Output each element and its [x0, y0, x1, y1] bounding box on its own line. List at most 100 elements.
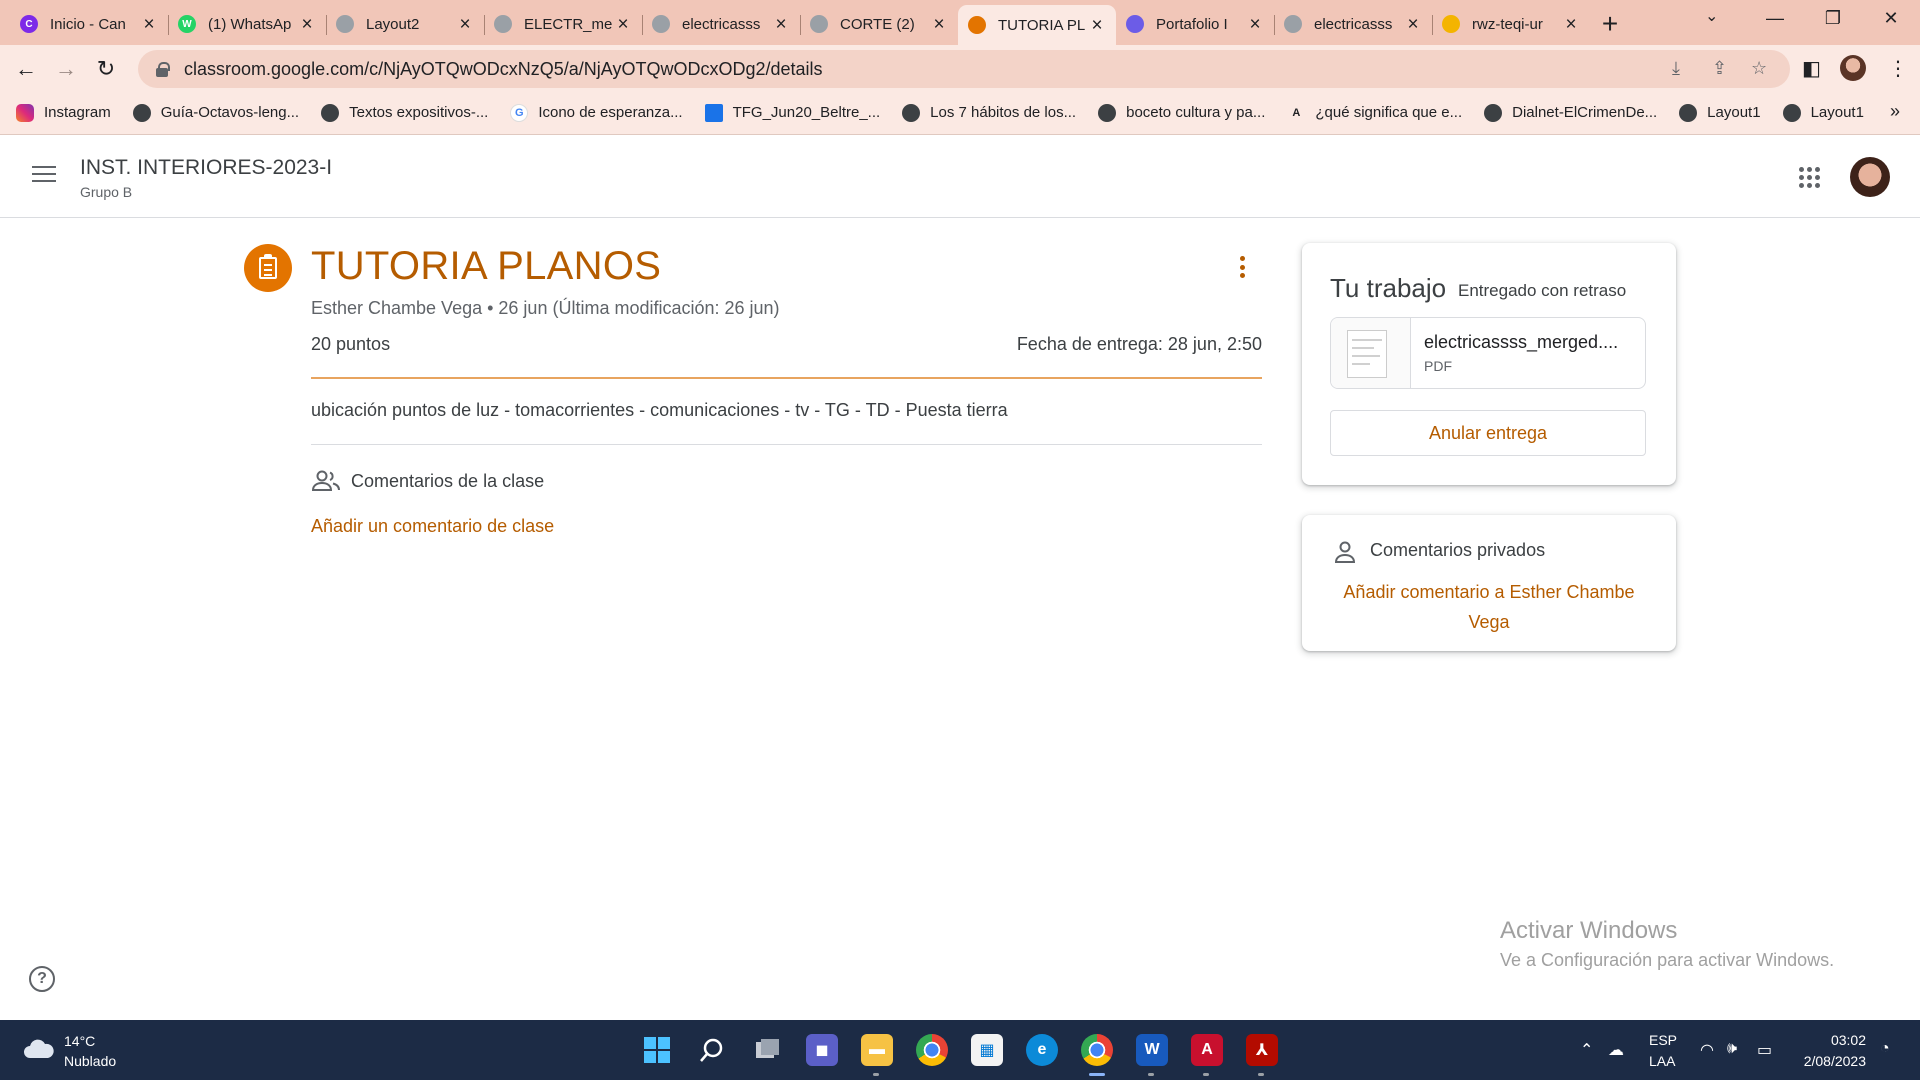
pdf-thumbnail[interactable] [1331, 318, 1411, 388]
tab-title[interactable]: ELECTR_me [524, 16, 614, 33]
forward-button[interactable]: → [52, 55, 80, 83]
clock-date[interactable]: 2/08/2023 [1790, 1053, 1866, 1069]
unsubmit-button[interactable]: Anular entrega [1330, 410, 1646, 456]
close-window-button[interactable]: ✕ [1862, 0, 1920, 36]
browser-tab[interactable]: Portafolio I × [1116, 5, 1274, 43]
class-title[interactable]: INST. INTERIORES-2023-I [80, 156, 332, 180]
chrome-profile-icon[interactable] [1081, 1034, 1113, 1076]
autocad-icon[interactable]: A [1191, 1034, 1223, 1076]
cloud-icon[interactable] [22, 1038, 56, 1060]
browser-tab[interactable]: W (1) WhatsAp × [168, 5, 326, 43]
chrome-icon[interactable] [916, 1034, 948, 1066]
close-tab-icon[interactable]: × [1404, 15, 1422, 34]
bookmark-item[interactable]: Instagram [16, 103, 111, 122]
bookmark-item[interactable]: G Icono de esperanza... [510, 103, 683, 122]
add-class-comment-link[interactable]: Añadir un comentario de clase [311, 516, 554, 537]
browser-tab[interactable]: electricasss × [642, 5, 800, 43]
more-options-icon[interactable] [1240, 256, 1246, 278]
browser-menu-icon[interactable]: ⋮ [1888, 56, 1908, 81]
bookmark-label[interactable]: Layout1 [1707, 104, 1760, 121]
side-panel-icon[interactable]: ◧ [1802, 56, 1821, 81]
tab-title[interactable]: Layout2 [366, 16, 456, 33]
bookmark-item[interactable]: Guía-Octavos-leng... [132, 103, 299, 122]
wifi-icon[interactable]: ◠ [1700, 1040, 1714, 1060]
notifications-bell-icon[interactable]: ◔ [1880, 1040, 1890, 1058]
file-explorer-icon[interactable]: ▬ [861, 1034, 893, 1076]
bookmark-item[interactable]: TFG_Jun20_Beltre_... [704, 103, 881, 122]
bookmark-star-icon[interactable]: ☆ [1751, 58, 1767, 79]
microsoft-store-icon[interactable]: ▦ [971, 1034, 1003, 1066]
clock-time[interactable]: 03:02 [1810, 1032, 1866, 1048]
close-tab-icon[interactable]: × [1562, 15, 1580, 34]
battery-icon[interactable]: ▭ [1757, 1040, 1772, 1060]
browser-tab[interactable]: electricasss × [1274, 5, 1432, 43]
input-language[interactable]: ESP [1649, 1032, 1677, 1048]
browser-tab[interactable]: Layout2 × [326, 5, 484, 43]
tab-title[interactable]: electricasss [682, 16, 772, 33]
close-tab-icon[interactable]: × [140, 15, 158, 34]
tab-title[interactable]: Portafolio I [1156, 16, 1246, 33]
tab-title[interactable]: CORTE (2) [840, 16, 930, 33]
google-apps-icon[interactable] [1799, 167, 1821, 189]
close-tab-icon[interactable]: × [614, 15, 632, 34]
minimize-window-button[interactable]: — [1746, 0, 1804, 36]
reload-button[interactable]: ↻ [92, 55, 120, 83]
install-app-icon[interactable]: ⤓ [1672, 58, 1680, 79]
browser-tab[interactable]: rwz-teqi-ur × [1432, 5, 1590, 43]
bookmark-label[interactable]: ¿qué significa que e... [1315, 104, 1462, 121]
task-view-icon[interactable] [751, 1034, 783, 1066]
help-icon[interactable]: ? [29, 966, 55, 992]
weather-description[interactable]: Nublado [64, 1053, 116, 1069]
browser-tab[interactable]: ELECTR_me × [484, 5, 642, 43]
word-icon[interactable]: W [1136, 1034, 1168, 1076]
url-text[interactable]: classroom.google.com/c/NjAyOTQwODcxNzQ5/… [184, 59, 823, 80]
bookmark-item[interactable]: Layout1 [1679, 103, 1761, 122]
account-avatar[interactable] [1850, 157, 1890, 197]
tab-title[interactable]: (1) WhatsAp [208, 16, 298, 33]
bookmark-label[interactable]: TFG_Jun20_Beltre_... [733, 104, 881, 121]
close-tab-icon[interactable]: × [930, 15, 948, 34]
start-windows-icon[interactable] [641, 1034, 673, 1066]
bookmark-label[interactable]: Guía-Octavos-leng... [161, 104, 299, 121]
weather-temperature[interactable]: 14°C [64, 1033, 95, 1049]
show-hidden-icons-chevron-icon[interactable]: ⌃ [1580, 1040, 1593, 1060]
close-tab-icon[interactable]: × [772, 15, 790, 34]
bookmark-label[interactable]: boceto cultura y pa... [1126, 104, 1265, 121]
close-tab-icon[interactable]: × [456, 15, 474, 34]
edge-icon[interactable]: e [1026, 1034, 1058, 1066]
browser-profile-avatar[interactable] [1840, 55, 1866, 81]
bookmark-label[interactable]: Textos expositivos-... [349, 104, 488, 121]
keyboard-layout[interactable]: LAA [1649, 1053, 1675, 1069]
tab-title[interactable]: rwz-teqi-ur [1472, 16, 1562, 33]
bookmark-item[interactable]: Textos expositivos-... [321, 103, 488, 122]
bookmark-item[interactable]: Los 7 hábitos de los... [902, 103, 1076, 122]
bookmark-label[interactable]: Layout1 [1811, 104, 1864, 121]
close-tab-icon[interactable]: × [1246, 15, 1264, 34]
bookmark-label[interactable]: Los 7 hábitos de los... [930, 104, 1076, 121]
close-tab-icon[interactable]: × [1088, 16, 1106, 35]
browser-tab[interactable]: C Inicio - Can × [10, 5, 168, 43]
bookmark-label[interactable]: Icono de esperanza... [538, 104, 682, 121]
back-button[interactable]: ← [12, 55, 40, 83]
main-menu-icon[interactable] [32, 166, 56, 184]
attachment-card[interactable]: electricassss_merged.... PDF [1330, 317, 1646, 389]
bookmark-item[interactable]: Layout1 [1782, 103, 1864, 122]
acrobat-icon[interactable]: ⅄ [1246, 1034, 1278, 1076]
close-tab-icon[interactable]: × [298, 15, 316, 34]
volume-icon[interactable]: 🕪 [1727, 1040, 1737, 1058]
restore-window-button[interactable]: ❐ [1804, 0, 1862, 36]
bookmark-label[interactable]: Dialnet-ElCrimenDe... [1512, 104, 1657, 121]
tab-title[interactable]: TUTORIA PL [998, 17, 1088, 34]
search-icon[interactable] [696, 1034, 728, 1066]
bookmark-item[interactable]: A ¿qué significa que e... [1287, 104, 1462, 122]
bookmark-item[interactable]: Dialnet-ElCrimenDe... [1484, 103, 1657, 122]
more-bookmarks-chevron-icon[interactable]: » [1890, 101, 1900, 122]
bookmark-item[interactable]: boceto cultura y pa... [1098, 103, 1265, 122]
teams-chat-icon[interactable]: ◼ [806, 1034, 838, 1066]
onedrive-icon[interactable]: ☁ [1608, 1040, 1624, 1060]
tab-search-chevron-icon[interactable]: ⌄ [1705, 6, 1718, 26]
attachment-name[interactable]: electricassss_merged.... [1424, 332, 1634, 353]
tab-title[interactable]: electricasss [1314, 16, 1404, 33]
add-private-comment-link[interactable]: Añadir comentario a Esther Chambe Vega [1342, 577, 1636, 637]
new-tab-button[interactable]: + [1590, 4, 1630, 44]
